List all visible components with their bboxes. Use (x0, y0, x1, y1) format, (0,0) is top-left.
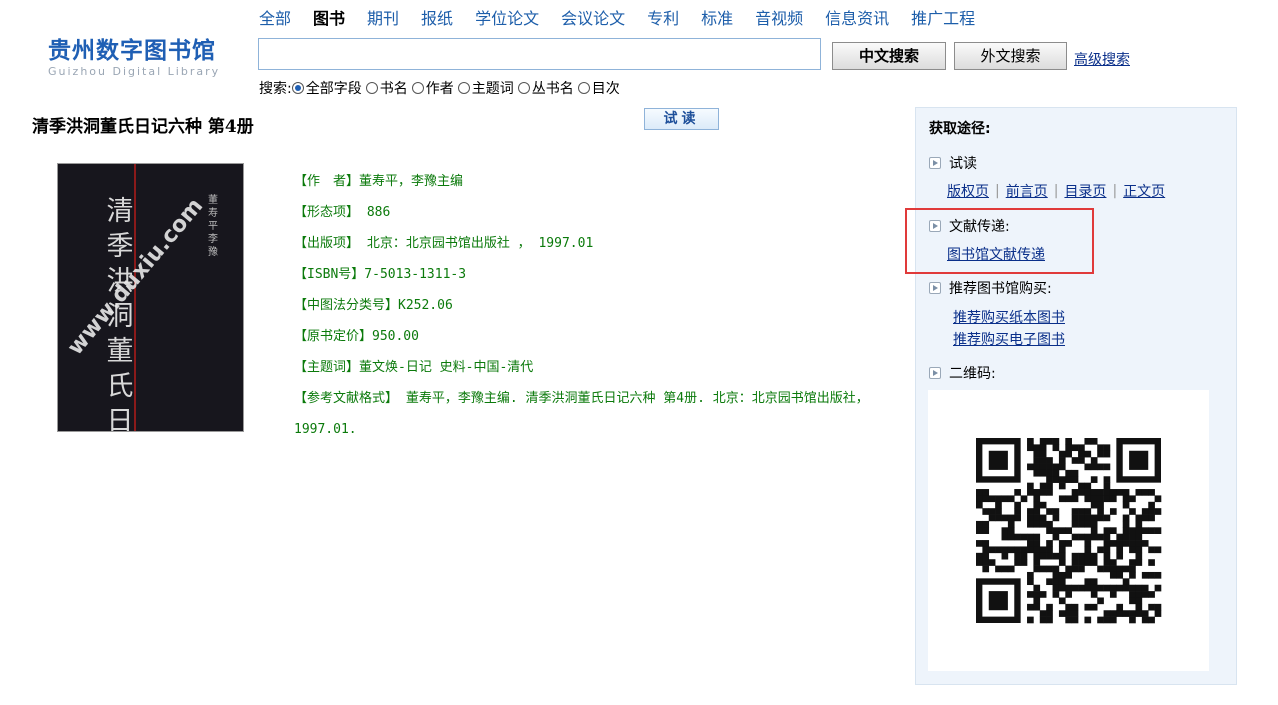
qr-code-container (928, 390, 1209, 671)
highlight-box (905, 208, 1094, 274)
search-scope-label: 搜索: (259, 81, 292, 97)
logo-title: 贵州数字图书馆 (48, 38, 216, 64)
arrow-icon (929, 282, 941, 294)
toc-page-link[interactable]: 目录页 (1064, 181, 1106, 201)
meta-citation: 【参考文献格式】 董寿平，李豫主编. 清季洪洞董氏日记六种 第4册. 北京：北京… (294, 391, 869, 437)
purchase-label: 推荐图书馆购买: (949, 281, 1052, 297)
trial-label: 试读 (949, 156, 977, 172)
nav-promotion[interactable]: 推广工程 (911, 8, 975, 30)
meta-subjects: 【主题词】董文焕-日记 史料-中国-清代 (294, 360, 534, 375)
nav-conference[interactable]: 会议论文 (561, 8, 625, 30)
meta-classification: 【中图法分类号】K252.06 (294, 298, 453, 313)
qr-section: 二维码: (929, 363, 996, 383)
book-cover[interactable]: 清季洪洞董氏日记 董寿平 李豫 www.duxiu.com (57, 163, 244, 432)
search-scope-group: 搜索: 全部字段 书名 作者 主题词 丛书名 目次 (259, 78, 624, 98)
qr-code-icon (976, 438, 1162, 624)
scope-radio-title[interactable]: 书名 (365, 78, 408, 98)
search-input[interactable] (258, 38, 821, 70)
body-page-link[interactable]: 正文页 (1123, 181, 1165, 201)
recommend-ebook-link[interactable]: 推荐购买电子图书 (953, 329, 1065, 349)
book-title: 清季洪洞董氏日记六种 第4册 (32, 117, 254, 137)
scope-radio-author[interactable]: 作者 (411, 78, 454, 98)
scope-radio-subject[interactable]: 主题词 (457, 78, 514, 98)
meta-publisher: 【出版项】 北京：北京园书馆出版社 ， 1997.01 (294, 236, 594, 251)
recommend-print-link[interactable]: 推荐购买纸本图书 (953, 307, 1065, 327)
scope-radio-all[interactable]: 全部字段 (291, 78, 362, 98)
nav-all[interactable]: 全部 (259, 8, 291, 30)
logo-subtitle: Guizhou Digital Library (48, 65, 221, 78)
purchase-section: 推荐图书馆购买: (929, 278, 1052, 298)
qr-label: 二维码: (949, 366, 996, 382)
nav-news[interactable]: 信息资讯 (825, 8, 889, 30)
foreign-search-button[interactable]: 外文搜索 (954, 42, 1067, 70)
scope-radio-toc[interactable]: 目次 (577, 78, 620, 98)
arrow-icon (929, 157, 941, 169)
preface-page-link[interactable]: 前言页 (1006, 181, 1048, 201)
arrow-icon (929, 367, 941, 379)
try-read-button[interactable]: 试读 (644, 108, 719, 130)
meta-pages: 【形态项】 886 (294, 205, 391, 220)
meta-author: 【作 者】董寿平，李豫主编 (294, 174, 464, 189)
meta-isbn: 【ISBN号】7-5013-1311-3 (294, 267, 467, 282)
trial-section: 试读 (929, 153, 977, 173)
nav-theses[interactable]: 学位论文 (475, 8, 539, 30)
site-logo[interactable]: 贵州数字图书馆 Guizhou Digital Library (48, 38, 238, 88)
trial-links: 版权页 | 前言页 | 目录页 | 正文页 (947, 181, 1166, 201)
nav-books[interactable]: 图书 (313, 8, 345, 30)
book-metadata: 【作 者】董寿平，李豫主编 【形态项】 886 【出版项】 北京：北京园书馆出版… (294, 166, 909, 445)
copyright-page-link[interactable]: 版权页 (947, 181, 989, 201)
nav-journals[interactable]: 期刊 (367, 8, 399, 30)
meta-price: 【原书定价】950.00 (294, 329, 419, 344)
advanced-search-link[interactable]: 高级搜索 (1074, 49, 1130, 69)
scope-radio-series[interactable]: 丛书名 (517, 78, 574, 98)
nav-media[interactable]: 音视频 (755, 8, 803, 30)
nav-newspapers[interactable]: 报纸 (421, 8, 453, 30)
chinese-search-button[interactable]: 中文搜索 (832, 42, 946, 70)
category-nav: 全部 图书 期刊 报纸 学位论文 会议论文 专利 标准 音视频 信息资讯 推广工… (259, 8, 997, 30)
access-heading: 获取途径: (929, 121, 991, 137)
nav-patents[interactable]: 专利 (647, 8, 679, 30)
nav-standards[interactable]: 标准 (701, 8, 733, 30)
